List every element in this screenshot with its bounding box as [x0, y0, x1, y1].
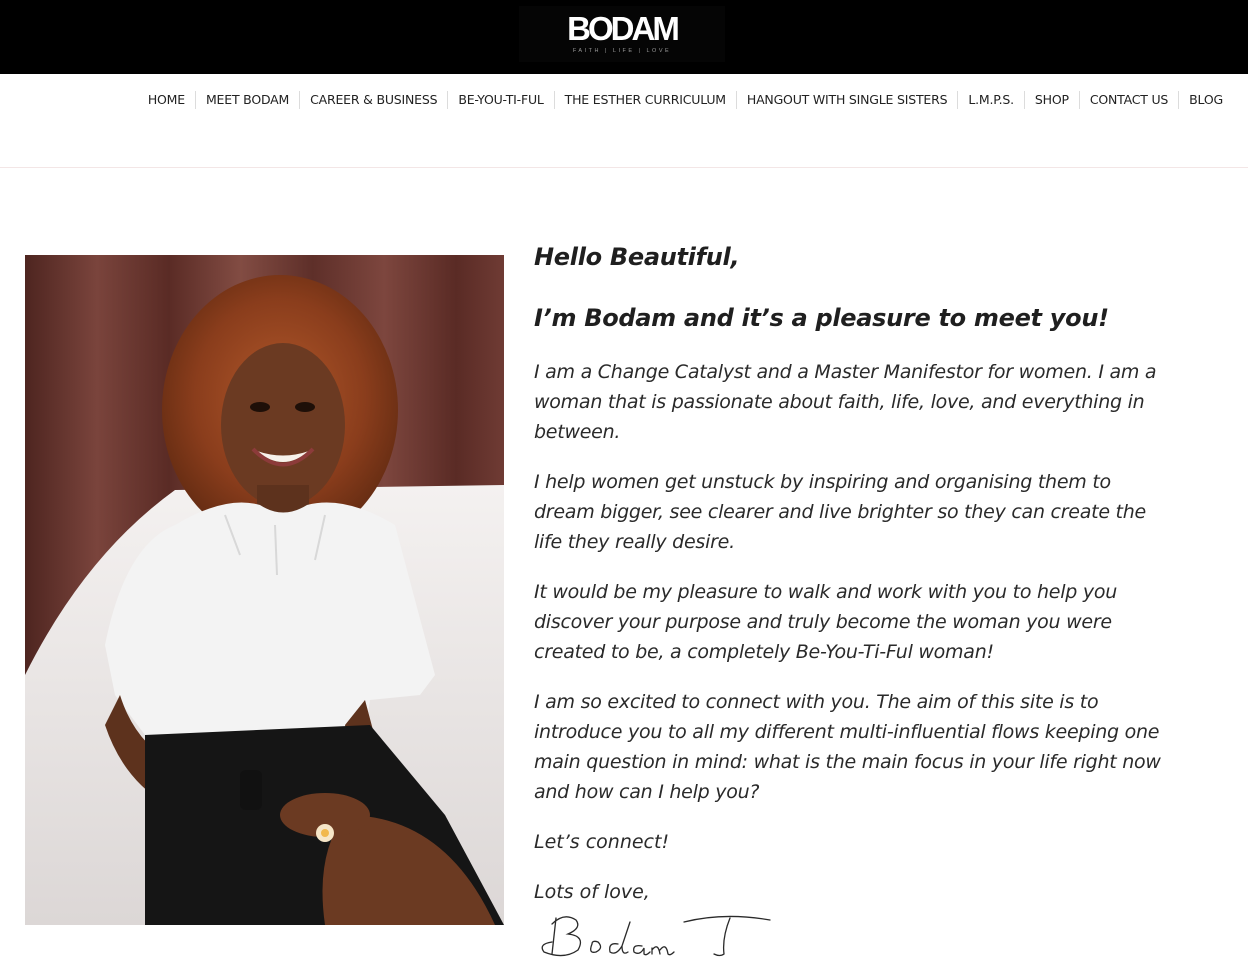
nav-menu: HOME MEET BODAM CAREER & BUSINESS BE-YOU… — [138, 91, 1233, 109]
connect-line: Let’s connect! — [534, 831, 670, 853]
portrait-photo — [25, 255, 504, 925]
nav-item-esther-curriculum[interactable]: THE ESTHER CURRICULUM — [553, 91, 736, 109]
main-navigation: HOME MEET BODAM CAREER & BUSINESS BE-YOU… — [0, 74, 1248, 168]
nav-item-career-business[interactable]: CAREER & BUSINESS — [299, 91, 447, 109]
sign-off-line: Lots of love, — [534, 881, 650, 903]
nav-item-blog[interactable]: BLOG — [1178, 91, 1233, 109]
nav-item-contact-us[interactable]: CONTACT US — [1078, 91, 1178, 109]
nav-item-meet-bodam[interactable]: MEET BODAM — [194, 91, 299, 109]
intro-paragraph: I am a Change Catalyst and a Master Mani… — [534, 361, 1157, 443]
nav-item-be-you-ti-ful[interactable]: BE-YOU-TI-FUL — [447, 91, 553, 109]
purpose-paragraph: It would be my pleasure to walk and work… — [534, 581, 1118, 663]
greeting-heading: Hello Beautiful, — [534, 243, 740, 271]
site-logo[interactable]: BODAM FAITH | LIFE | LOVE — [519, 6, 725, 62]
nav-item-home[interactable]: HOME — [138, 91, 195, 109]
site-aim-paragraph: I am so excited to connect with you. The… — [534, 691, 1161, 803]
handwritten-signature — [534, 908, 774, 957]
logo-tagline: FAITH | LIFE | LOVE — [572, 48, 672, 54]
logo-wordmark: BODAM — [567, 10, 680, 47]
nav-item-hangout-single-sisters[interactable]: HANGOUT WITH SINGLE SISTERS — [735, 91, 957, 109]
mission-paragraph: I help women get unstuck by inspiring an… — [534, 471, 1146, 553]
intro-heading: I’m Bodam and it’s a pleasure to meet yo… — [534, 304, 1109, 332]
intro-content: Hello Beautiful, I’m Bodam and it’s a pl… — [534, 240, 1184, 907]
nav-item-lmps[interactable]: L.M.P.S. — [957, 91, 1024, 109]
nav-item-shop[interactable]: SHOP — [1023, 91, 1079, 109]
top-header: BODAM FAITH | LIFE | LOVE — [0, 0, 1248, 74]
